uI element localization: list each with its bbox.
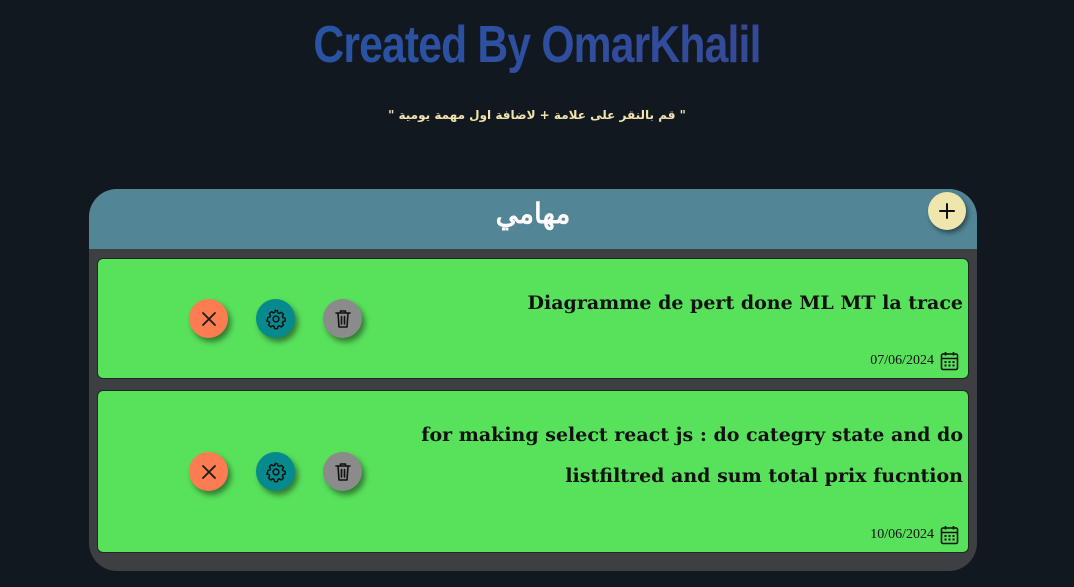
panel-title: مهامي xyxy=(495,197,571,230)
instruction-hint: " قم بالنقر على علامة + لاضافة اول مهمة … xyxy=(388,108,686,122)
task-card: Diagramme de pert done ML MT la trace 07… xyxy=(97,258,969,379)
close-icon xyxy=(201,464,216,479)
task-actions xyxy=(189,452,362,491)
complete-task-button[interactable] xyxy=(189,299,228,338)
task-text: Diagramme de pert done ML MT la trace xyxy=(527,292,963,314)
delete-task-button[interactable] xyxy=(323,299,362,338)
close-icon xyxy=(201,311,216,326)
add-task-button[interactable] xyxy=(928,192,966,230)
complete-task-button[interactable] xyxy=(189,452,228,491)
trash-icon xyxy=(334,462,351,481)
task-date: 07/06/2024 xyxy=(870,350,959,372)
calendar-icon xyxy=(940,352,959,371)
page-title: Created By OmarKhalil xyxy=(97,14,978,76)
task-actions xyxy=(189,299,362,338)
page: Created By OmarKhalil " قم بالنقر على عل… xyxy=(0,0,1074,587)
edit-task-button[interactable] xyxy=(256,299,295,338)
panel-header: مهامي xyxy=(89,189,977,249)
trash-icon xyxy=(334,309,351,328)
gear-icon xyxy=(265,308,286,329)
tasks-panel: مهامي Diagramme de pert done ML MT la tr… xyxy=(89,189,977,571)
task-card: for making select react js : do categry … xyxy=(97,390,969,553)
plus-icon xyxy=(939,203,955,219)
task-text: for making select react js : do categry … xyxy=(421,424,963,487)
task-date: 10/06/2024 xyxy=(870,524,959,546)
task-date-text: 07/06/2024 xyxy=(870,353,934,368)
gear-icon xyxy=(265,461,286,482)
task-date-text: 10/06/2024 xyxy=(870,527,934,542)
calendar-icon xyxy=(940,526,959,545)
edit-task-button[interactable] xyxy=(256,452,295,491)
delete-task-button[interactable] xyxy=(323,452,362,491)
